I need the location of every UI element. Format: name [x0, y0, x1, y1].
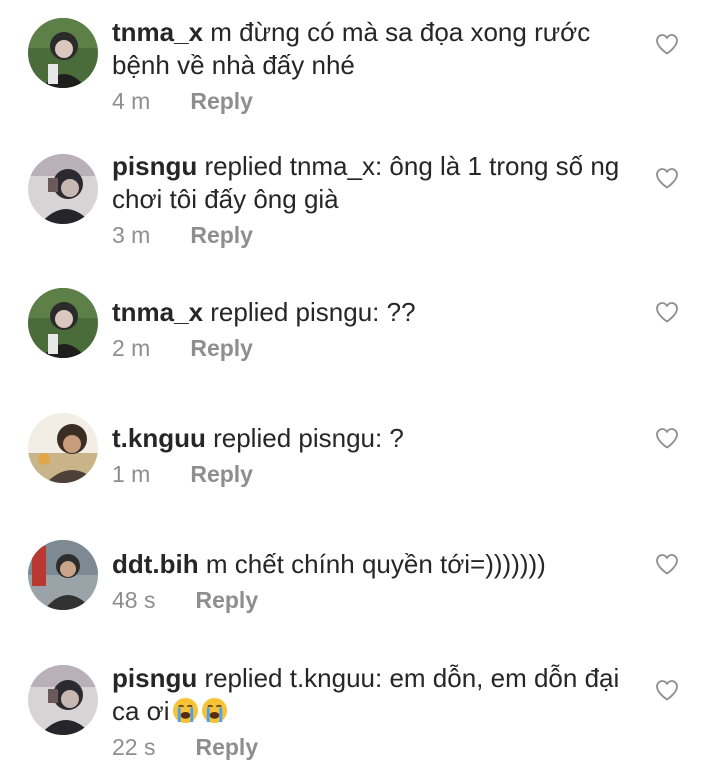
avatar[interactable] — [28, 665, 98, 735]
avatar[interactable] — [28, 18, 98, 88]
comment-meta: 22 s Reply — [112, 734, 258, 761]
comment-meta: 2 m Reply — [112, 335, 253, 362]
avatar-image — [28, 288, 98, 358]
comment-body: m chết chính quyền tới=))))))) — [198, 549, 546, 579]
loudly-crying-face-emoji — [172, 697, 199, 724]
timestamp: 1 m — [112, 461, 151, 487]
comment-text: tnma_x replied pisngu: ?? — [112, 296, 632, 329]
comment-body: replied pisngu: ?? — [203, 297, 416, 327]
reply-button[interactable]: Reply — [190, 222, 253, 248]
timestamp: 48 s — [112, 587, 156, 613]
reply-button[interactable]: Reply — [190, 88, 253, 114]
comment-text: tnma_x m đừng có mà sa đọa xong rước bện… — [112, 16, 632, 82]
reply-button[interactable]: Reply — [190, 461, 253, 487]
heart-outline-icon[interactable] — [655, 553, 679, 575]
username[interactable]: tnma_x — [112, 297, 203, 327]
avatar-image — [28, 540, 98, 610]
avatar[interactable] — [28, 288, 98, 358]
username[interactable]: pisngu — [112, 663, 197, 693]
loudly-crying-face-emoji — [201, 697, 228, 724]
avatar-image — [28, 18, 98, 88]
comment-text: t.knguu replied pisngu: ? — [112, 422, 632, 455]
comment-text: pisngu replied t.knguu: em dỗn, em dỗn đ… — [112, 662, 632, 728]
comment-meta: 4 m Reply — [112, 88, 253, 115]
heart-outline-icon[interactable] — [655, 679, 679, 701]
timestamp: 22 s — [112, 734, 156, 760]
heart-outline-icon[interactable] — [655, 427, 679, 449]
timestamp: 4 m — [112, 88, 151, 114]
reply-button[interactable]: Reply — [195, 587, 258, 613]
timestamp: 3 m — [112, 222, 151, 248]
avatar[interactable] — [28, 154, 98, 224]
comment-text: pisngu replied tnma_x: ông là 1 trong số… — [112, 150, 632, 216]
heart-outline-icon[interactable] — [655, 167, 679, 189]
comment-body: replied pisngu: ? — [205, 423, 404, 453]
timestamp: 2 m — [112, 335, 151, 361]
username[interactable]: pisngu — [112, 151, 197, 181]
reply-button[interactable]: Reply — [190, 335, 253, 361]
username[interactable]: ddt.bih — [112, 549, 199, 579]
avatar[interactable] — [28, 540, 98, 610]
comment-meta: 3 m Reply — [112, 222, 253, 249]
avatar-image — [28, 154, 98, 224]
avatar-image — [28, 413, 98, 483]
reply-button[interactable]: Reply — [195, 734, 258, 760]
heart-outline-icon[interactable] — [655, 33, 679, 55]
heart-outline-icon[interactable] — [655, 301, 679, 323]
avatar-image — [28, 665, 98, 735]
comment-meta: 48 s Reply — [112, 587, 258, 614]
comment-text: ddt.bih m chết chính quyền tới=))))))) — [112, 548, 632, 581]
username[interactable]: t.knguu — [112, 423, 206, 453]
username[interactable]: tnma_x — [112, 17, 203, 47]
avatar[interactable] — [28, 413, 98, 483]
comment-meta: 1 m Reply — [112, 461, 253, 488]
